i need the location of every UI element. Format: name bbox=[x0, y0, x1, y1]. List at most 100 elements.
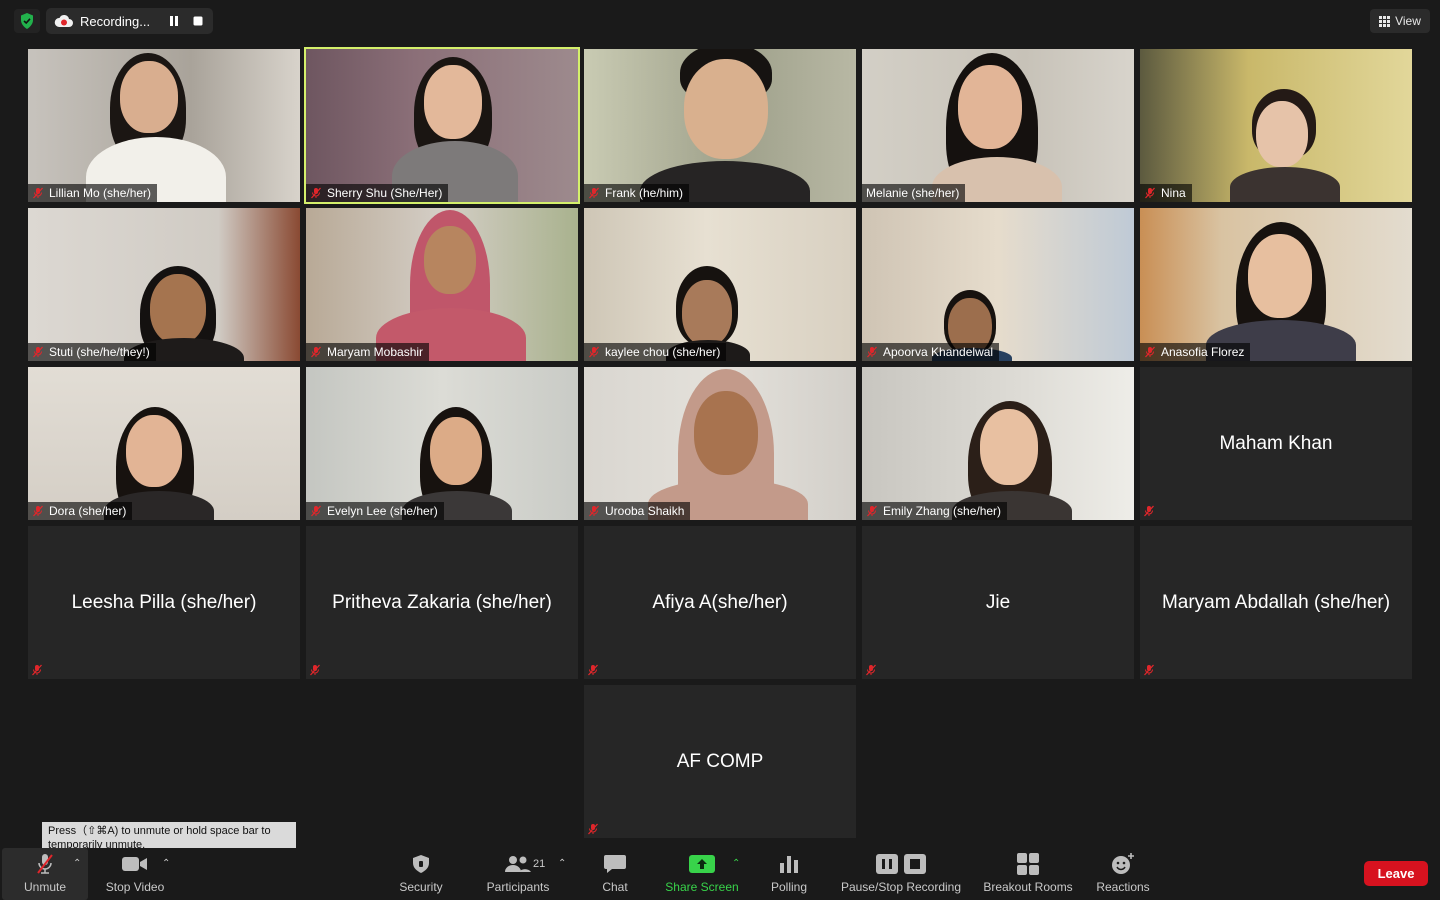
participant-name: Lillian Mo (she/her) bbox=[49, 186, 152, 200]
participant-name: Urooba Shaikh bbox=[605, 504, 685, 518]
muted-mic-icon bbox=[311, 505, 321, 517]
muted-mic-icon bbox=[33, 187, 43, 199]
muted-mic-icon bbox=[1144, 664, 1154, 676]
muted-mic-icon bbox=[32, 664, 42, 676]
participant-name: Maryam Abdallah (she/her) bbox=[1161, 591, 1391, 613]
video-tile[interactable]: Lillian Mo (she/her) bbox=[28, 49, 300, 202]
chat-bubble-icon bbox=[604, 855, 626, 873]
participants-icon bbox=[505, 856, 531, 872]
video-tile[interactable]: Dora (she/her) bbox=[28, 367, 300, 520]
participant-name: Dora (she/her) bbox=[49, 504, 127, 518]
participant-name-bar: Nina bbox=[1140, 184, 1192, 202]
polling-label: Polling bbox=[770, 880, 808, 894]
muted-mic-icon bbox=[588, 823, 598, 835]
muted-mic-icon bbox=[589, 505, 599, 517]
video-tile[interactable]: kaylee chou (she/her) bbox=[584, 208, 856, 361]
pause-stop-recording-label: Pause/Stop Recording bbox=[840, 880, 962, 894]
name-tile[interactable]: Maham Khan bbox=[1140, 367, 1412, 520]
video-options-caret-icon[interactable]: ⌃ bbox=[162, 858, 172, 869]
video-tile[interactable]: Frank (he/him) bbox=[584, 49, 856, 202]
participant-name-bar: Evelyn Lee (she/her) bbox=[306, 502, 444, 520]
participant-name-bar: kaylee chou (she/her) bbox=[584, 343, 727, 361]
view-button[interactable]: View bbox=[1370, 9, 1430, 33]
name-tile[interactable]: AF COMP bbox=[584, 685, 856, 838]
video-tile[interactable]: Nina bbox=[1140, 49, 1412, 202]
unmute-button[interactable]: Unmute bbox=[2, 848, 88, 900]
chat-button[interactable]: Chat bbox=[594, 848, 636, 900]
name-tile[interactable]: Afiya A(she/her) bbox=[584, 526, 856, 679]
stop-recording-button[interactable] bbox=[188, 11, 208, 31]
participant-name: Stuti (she/he/they!) bbox=[49, 345, 150, 359]
muted-mic-icon bbox=[1144, 505, 1154, 517]
participant-name: AF COMP bbox=[676, 750, 764, 772]
video-tile[interactable]: Evelyn Lee (she/her) bbox=[306, 367, 578, 520]
reactions-button[interactable]: Reactions bbox=[1092, 848, 1154, 900]
muted-mic-icon bbox=[866, 664, 876, 676]
participant-name-bar: Sherry Shu (She/Her) bbox=[306, 184, 449, 202]
participant-name: Sherry Shu (She/Her) bbox=[327, 186, 443, 200]
name-tile[interactable]: Jie bbox=[862, 526, 1134, 679]
participant-name: Apoorva Khandelwal bbox=[883, 345, 994, 359]
breakout-rooms-icon bbox=[1017, 853, 1039, 875]
video-tile[interactable]: Melanie (she/her) bbox=[862, 49, 1134, 202]
video-tile[interactable]: Anasofia Florez bbox=[1140, 208, 1412, 361]
participant-name: kaylee chou (she/her) bbox=[605, 345, 721, 359]
muted-mic-icon bbox=[37, 854, 53, 874]
pause-stop-recording-button[interactable]: Pause/Stop Recording bbox=[836, 848, 966, 900]
participant-name-bar: Melanie (she/her) bbox=[862, 184, 966, 202]
video-tile[interactable]: Stuti (she/he/they!) bbox=[28, 208, 300, 361]
participant-name-bar: Emily Zhang (she/her) bbox=[862, 502, 1008, 520]
muted-mic-icon bbox=[867, 505, 877, 517]
stop-icon bbox=[904, 854, 926, 874]
participant-name: Jie bbox=[985, 591, 1011, 613]
stop-icon bbox=[193, 16, 203, 26]
participant-name: Melanie (she/her) bbox=[866, 186, 960, 200]
name-tile[interactable]: Leesha Pilla (she/her) bbox=[28, 526, 300, 679]
video-tile[interactable]: Apoorva Khandelwal bbox=[862, 208, 1134, 361]
participant-name-bar: Apoorva Khandelwal bbox=[862, 343, 1000, 361]
pause-recording-button[interactable] bbox=[164, 11, 184, 31]
participant-name: Frank (he/him) bbox=[605, 186, 684, 200]
stop-video-button[interactable]: Stop Video bbox=[98, 848, 172, 900]
participant-name: Evelyn Lee (she/her) bbox=[327, 504, 438, 518]
participant-name: Leesha Pilla (she/her) bbox=[71, 591, 257, 613]
recording-label: Recording... bbox=[80, 13, 151, 29]
participant-name: Maham Khan bbox=[1219, 432, 1333, 454]
video-tile[interactable]: Maryam Mobashir bbox=[306, 208, 578, 361]
participants-caret-icon[interactable]: ⌃ bbox=[558, 858, 568, 869]
muted-mic-icon bbox=[867, 346, 877, 358]
recording-indicator: Recording... bbox=[46, 8, 213, 34]
video-camera-icon bbox=[122, 857, 147, 871]
video-tile[interactable]: Emily Zhang (she/her) bbox=[862, 367, 1134, 520]
share-options-caret-icon[interactable]: ⌃ bbox=[732, 858, 742, 869]
share-screen-icon bbox=[689, 855, 715, 873]
video-tile[interactable]: Urooba Shaikh bbox=[584, 367, 856, 520]
audio-options-caret-icon[interactable]: ⌃ bbox=[73, 858, 83, 869]
muted-mic-icon bbox=[589, 346, 599, 358]
share-screen-button[interactable]: Share Screen bbox=[660, 848, 744, 900]
breakout-rooms-button[interactable]: Breakout Rooms bbox=[978, 848, 1078, 900]
cloud-recording-icon bbox=[54, 14, 73, 27]
name-tile[interactable]: Maryam Abdallah (she/her) bbox=[1140, 526, 1412, 679]
stop-video-label: Stop Video bbox=[105, 880, 165, 894]
muted-mic-icon bbox=[311, 346, 321, 358]
participant-name: Nina bbox=[1161, 186, 1186, 200]
breakout-rooms-label: Breakout Rooms bbox=[983, 880, 1073, 894]
security-button[interactable]: Security bbox=[392, 848, 450, 900]
participant-name: Afiya A(she/her) bbox=[652, 591, 788, 613]
muted-mic-icon bbox=[588, 664, 598, 676]
muted-mic-icon bbox=[1145, 346, 1155, 358]
chat-label: Chat bbox=[602, 880, 628, 894]
participant-name-bar: Lillian Mo (she/her) bbox=[28, 184, 158, 202]
name-tile[interactable]: Pritheva Zakaria (she/her) bbox=[306, 526, 578, 679]
security-shield-icon[interactable] bbox=[14, 9, 40, 33]
leave-button[interactable]: Leave bbox=[1364, 861, 1428, 886]
participants-button[interactable]: Participants bbox=[480, 848, 556, 900]
video-tile-active-speaker[interactable]: Sherry Shu (She/Her) bbox=[304, 47, 580, 204]
muted-mic-icon bbox=[33, 346, 43, 358]
security-label: Security bbox=[399, 880, 443, 894]
muted-mic-icon bbox=[33, 505, 43, 517]
participant-name-bar: Dora (she/her) bbox=[28, 502, 133, 520]
polling-button[interactable]: Polling bbox=[764, 848, 814, 900]
participant-count-badge: 21 bbox=[533, 858, 546, 870]
